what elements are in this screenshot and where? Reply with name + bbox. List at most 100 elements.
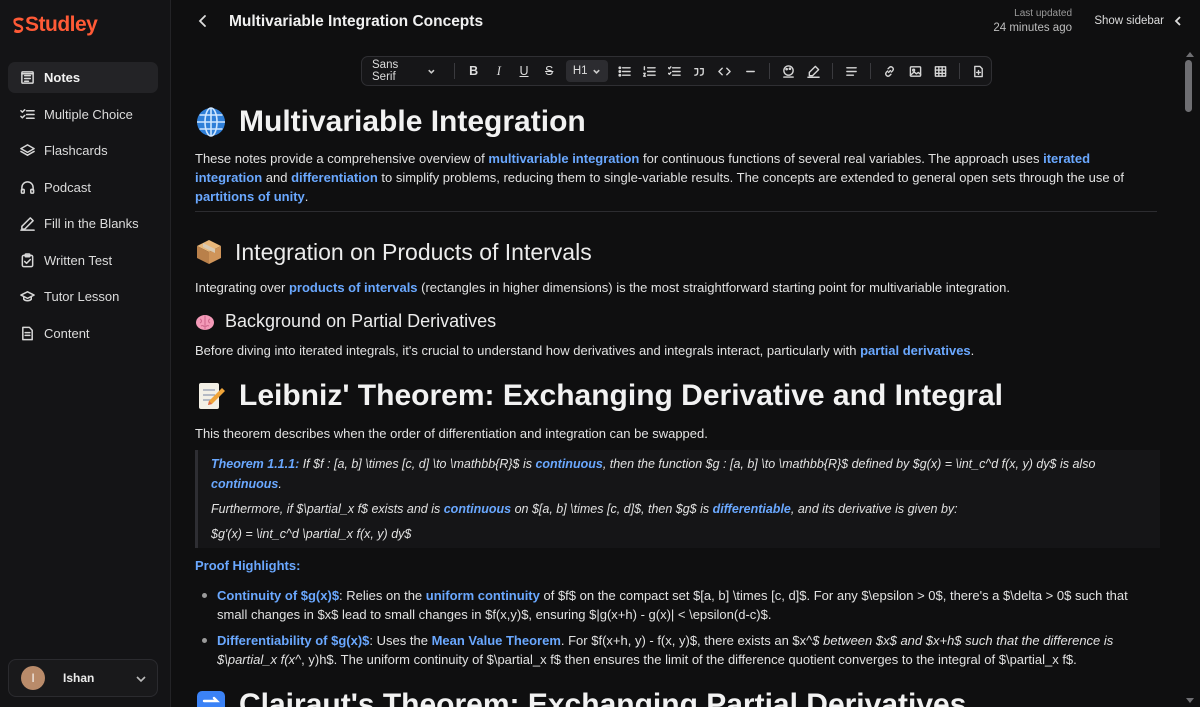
sidebar-item-label: Tutor Lesson — [44, 289, 120, 304]
sidebar-item-multiple-choice[interactable]: Multiple Choice — [8, 99, 158, 130]
sidebar-item-flashcards[interactable]: Flashcards — [8, 135, 158, 166]
checklist-icon — [668, 65, 681, 76]
page-title: Multivariable Integration Concepts — [229, 13, 484, 30]
link-multivariable-integration[interactable]: multivariable integration — [488, 151, 639, 166]
text: to simplify problems, reducing them to s… — [377, 170, 1125, 185]
code-button[interactable] — [712, 60, 737, 82]
font-family-select[interactable]: Sans Serif — [372, 59, 436, 83]
divider — [195, 211, 1157, 212]
link-partial-derivatives[interactable]: partial derivatives — [860, 343, 971, 358]
insert-file-button[interactable] — [966, 60, 991, 82]
scroll-up-icon[interactable] — [1186, 52, 1194, 57]
link-products-of-intervals[interactable]: products of intervals — [289, 280, 418, 295]
text: Integrating over — [195, 280, 289, 295]
link-differentiable[interactable]: differentiable — [713, 502, 791, 516]
sidebar-item-fill-in-the-blanks[interactable]: Fill in the Blanks — [8, 208, 158, 239]
heading-text: Background on Partial Derivatives — [225, 311, 497, 331]
link-uniform-continuity[interactable]: uniform continuity — [426, 588, 540, 603]
show-sidebar-label: Show sidebar — [1094, 15, 1164, 27]
link-continuous[interactable]: continuous — [535, 457, 602, 471]
align-button[interactable] — [839, 60, 864, 82]
link-partitions-of-unity[interactable]: partitions of unity — [195, 189, 305, 204]
content-scrollbar[interactable] — [1180, 48, 1200, 707]
heading-text: Leibniz' Theorem: Exchanging Derivative … — [239, 379, 1003, 412]
toolbar-divider — [768, 63, 770, 79]
heading-text: Integration on Products of Intervals — [235, 238, 592, 265]
link-button[interactable] — [877, 60, 902, 82]
highlighter-icon — [807, 65, 820, 78]
link-mean-value-theorem[interactable]: Mean Value Theorem — [432, 633, 561, 648]
scroll-thumb[interactable] — [1185, 60, 1192, 112]
text: . — [278, 477, 282, 491]
text: , y)h$. The uniform continuity of $\part… — [301, 652, 1077, 667]
image-button[interactable] — [902, 60, 927, 82]
theorem-derivative-formula: $g'(x) = \int_c^d \partial_x f(x, y) dy$ — [211, 527, 412, 541]
sidebar-item-podcast[interactable]: Podcast — [8, 172, 158, 203]
sidebar-item-label: Podcast — [44, 179, 91, 195]
studley-logo[interactable]: Studley — [12, 10, 98, 40]
blockquote-button[interactable] — [687, 60, 712, 82]
last-updated-label: Last updated — [1014, 8, 1072, 19]
code-icon — [718, 67, 732, 75]
user-menu[interactable]: I Ishan — [8, 659, 158, 697]
strikethrough-button[interactable]: S — [537, 60, 562, 82]
show-sidebar-button[interactable]: Show sidebar — [1094, 15, 1184, 27]
link-continuous[interactable]: continuous — [444, 502, 511, 516]
bullet-list-button[interactable] — [612, 60, 637, 82]
partials-paragraph: Before diving into iterated integrals, i… — [195, 341, 1160, 360]
italic-button[interactable]: I — [486, 60, 511, 82]
memo-icon — [195, 380, 227, 412]
horizontal-rule-icon — [745, 70, 755, 72]
table-button[interactable] — [928, 60, 953, 82]
heading-clairaut-theorem: Clairaut's Theorem: Exchanging Partial D… — [195, 688, 966, 707]
chevron-left-icon — [1174, 16, 1181, 26]
headphones-icon — [20, 180, 35, 195]
link-differentiability-of-g[interactable]: Differentiability of $g(x)$ — [217, 633, 369, 648]
chevron-down-icon — [135, 672, 147, 684]
numbered-list-button[interactable] — [637, 60, 662, 82]
sidebar-item-tutor-lesson[interactable]: Tutor Lesson — [8, 281, 158, 312]
theorem-blockquote: Theorem 1.1.1: If $f : [a, b] \times [c,… — [195, 450, 1160, 548]
arrows-icon — [195, 689, 227, 707]
sidebar-item-written-test[interactable]: Written Test — [8, 245, 158, 276]
graduation-cap-icon — [20, 289, 35, 304]
underline-button[interactable]: U — [511, 60, 536, 82]
numbered-list-icon — [642, 65, 656, 77]
checklist-icon — [20, 107, 35, 122]
text: Before diving into iterated integrals, i… — [195, 343, 861, 358]
sidebar-item-label: Written Test — [44, 252, 113, 268]
link-continuous[interactable]: continuous — [211, 477, 278, 491]
sidebar-item-content[interactable]: Content — [8, 318, 158, 349]
sidebar: Studley Notes Multiple Choice Flashcards… — [0, 0, 171, 707]
checklist-button[interactable] — [662, 60, 687, 82]
text: , then the function $g : [a, b] \to \mat… — [602, 457, 1096, 471]
text: : Uses the — [369, 633, 432, 648]
link-differentiation[interactable]: differentiation — [291, 170, 378, 185]
heading-select[interactable]: H1 — [565, 60, 608, 82]
link-continuity-of-g[interactable]: Continuity of $g(x)$ — [217, 588, 339, 603]
document-content[interactable]: Multivariable Integration These notes pr… — [195, 96, 1160, 707]
toolbar-divider — [832, 63, 834, 79]
avatar: I — [21, 666, 45, 690]
heading-text: Clairaut's Theorem: Exchanging Partial D… — [239, 688, 967, 707]
sidebar-item-label: Multiple Choice — [44, 106, 133, 122]
text-color-button[interactable] — [776, 60, 801, 82]
heading-text: Multivariable Integration — [239, 105, 586, 138]
bold-button[interactable]: B — [461, 60, 486, 82]
sidebar-item-label: Content — [44, 325, 90, 341]
sidebar-item-notes[interactable]: Notes — [8, 62, 158, 93]
theorem-furthermore: Furthermore, if $\partial_x f$ exists an… — [211, 499, 1160, 519]
heading-value: H1 — [572, 65, 588, 77]
proof-highlights-heading: Proof Highlights: — [195, 558, 301, 573]
back-icon[interactable] — [195, 13, 211, 29]
scroll-down-icon[interactable] — [1186, 698, 1194, 703]
chevron-down-icon — [428, 69, 435, 74]
chevron-down-icon — [592, 69, 600, 74]
highlight-button[interactable] — [801, 60, 826, 82]
horizontal-rule-button[interactable] — [738, 60, 763, 82]
user-name: Ishan — [63, 671, 95, 685]
leibniz-intro-paragraph: This theorem describes when the order of… — [195, 426, 708, 441]
text: (rectangles in higher dimensions) is the… — [417, 280, 1011, 295]
toolbar-divider — [870, 63, 872, 79]
theorem-statement: Theorem 1.1.1: If $f : [a, b] \times [c,… — [211, 454, 1160, 494]
